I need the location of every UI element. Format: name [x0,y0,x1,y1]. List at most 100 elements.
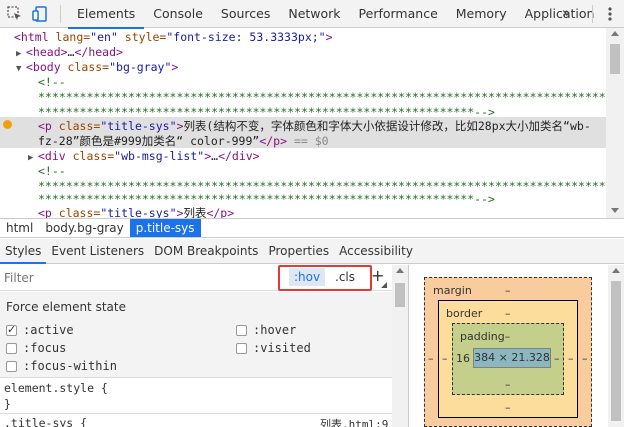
tab-memory[interactable]: Memory [447,0,516,28]
styles-scroll-thumb[interactable] [395,283,405,307]
node-text: 列表 [183,206,207,218]
box-model-content[interactable]: 384 × 21.328 [473,348,551,368]
tab-console[interactable]: Console [144,0,212,28]
dom-node-div[interactable]: ▶ <div class="wb-msg-list">…</div> [28,149,260,165]
attr-value: "title-sys" [100,119,177,133]
state-label: :active [23,323,74,337]
pane-divider[interactable] [408,265,409,427]
state-hover-checkbox[interactable]: :hover [236,323,296,337]
checkbox-icon[interactable] [6,360,17,372]
attr-value: "wb-msg-list" [114,149,205,163]
node-text: fz-28”颜色是#999加类名“ color-999” [38,134,260,148]
tag-name: </head> [74,45,123,59]
force-state-title: Force element state [6,300,126,314]
scroll-up-icon[interactable] [396,268,404,273]
toolbar-divider [60,5,61,23]
tab-properties[interactable]: Properties [263,239,334,263]
border-label: border [446,307,483,320]
tab-elements[interactable]: Elements [68,0,145,29]
crumb-body[interactable]: body.bg-gray [39,219,129,237]
tab-event-listeners[interactable]: Event Listeners [46,239,149,263]
padding-label: padding– [460,330,511,343]
attr-name: class= [51,206,101,218]
tag-name: </div> [218,149,260,163]
border-top-value[interactable]: – [505,307,511,320]
customize-menu-icon[interactable] [602,6,618,22]
toolbar-divider [592,5,593,23]
tag-name: </p> [206,206,235,218]
device-toolbar-icon[interactable] [32,5,50,23]
margin-left-value[interactable]: – [428,352,434,365]
state-label: :focus [23,341,67,355]
tab-application[interactable]: Application [516,0,604,28]
scroll-up-icon[interactable] [612,268,620,273]
padding-left-value[interactable]: 16 [456,352,470,365]
state-focus-within-checkbox[interactable]: :focus-within [6,359,117,373]
tab-sources[interactable]: Sources [212,0,279,28]
checkbox-icon[interactable] [6,342,17,354]
tab-dom-breakpoints[interactable]: DOM Breakpoints [149,239,263,263]
more-tabs-button[interactable]: » [562,0,570,28]
attr-value: "en" [90,30,118,44]
devtools-toolbar: Elements Console Sources Network Perform… [0,0,624,29]
checkbox-icon[interactable] [236,342,247,354]
tag-name: <body [26,60,61,74]
checkbox-icon[interactable] [236,324,247,336]
state-active-checkbox[interactable]: :active [6,323,74,337]
crumb-p[interactable]: p.title-sys [129,219,201,237]
margin-right-value[interactable]: – [582,352,588,365]
dom-node-p-selected[interactable]: <p class="title-sys">列表(结构不变，字体颜色和字体大小依据… [38,119,591,135]
dom-node-p[interactable]: <p class="title-sys">列表</p> [38,206,234,218]
rule-selector-title-sys[interactable]: .title-sys { [4,416,87,427]
crumb-html[interactable]: html [0,219,39,237]
dom-comment-open[interactable]: <!-- [38,164,66,180]
tag-name: <div [38,149,66,163]
tag-name: <html [14,30,49,44]
tag-name: <p [38,119,52,133]
border-left-value[interactable]: – [442,352,448,365]
margin-top-value[interactable]: – [505,284,511,297]
attr-name: lang= [48,30,91,44]
padding-bottom-value[interactable]: – [505,378,511,391]
dom-node-head[interactable]: ▶ <head>…</head> [16,45,123,61]
inspect-element-icon[interactable] [6,5,24,23]
tag-name: <head> [26,45,68,59]
padding-right-value[interactable]: – [554,352,560,365]
corner-triangle-icon[interactable] [381,282,387,288]
dom-comment-line: ****************************************… [38,90,624,104]
scroll-up-icon[interactable] [611,31,619,36]
expand-triangle-icon[interactable]: ▶ [28,151,38,167]
state-focus-checkbox[interactable]: :focus [6,341,66,355]
tab-accessibility[interactable]: Accessibility [334,239,418,263]
dom-comment-open[interactable]: <!-- [38,75,66,91]
scroll-down-icon[interactable] [611,208,619,213]
state-visited-checkbox[interactable]: :visited [236,341,311,355]
rule-source-link[interactable]: 列表.html:9 [320,416,388,427]
border-right-value[interactable]: – [568,352,574,365]
breakpoint-marker [3,120,12,129]
attr-value: "bg-gray" [109,60,172,74]
filter-input[interactable] [4,269,274,287]
attr-name: style= [117,30,167,44]
dom-node-p-selected-cont[interactable]: fz-28”颜色是#999加类名“ color-999”</p> == $0 [38,134,329,150]
sidebar-tabs: Styles Event Listeners DOM Breakpoints P… [0,239,624,264]
state-label: :hover [253,323,297,337]
element-style-rule[interactable]: element.style { } [4,380,108,412]
tab-network[interactable]: Network [279,0,349,28]
box-model-scroll-thumb[interactable] [611,281,621,421]
tag-name: <p [38,206,52,218]
state-label: :visited [253,341,311,355]
border-bottom-value[interactable]: – [505,401,511,414]
dom-tree: <html lang="en" style="font-size: 53.333… [0,28,624,218]
tag-bracket: > [325,30,333,44]
dom-node-html[interactable]: <html lang="en" style="font-size: 53.333… [14,30,333,46]
checkbox-checked-icon[interactable] [6,323,17,336]
node-text: 列表(结构不变，字体颜色和字体大小依据设计修改，比如28px大小加类名“wb- [183,119,591,133]
attr-value: "title-sys" [100,206,177,218]
tab-performance[interactable]: Performance [350,0,447,28]
dom-node-body[interactable]: ▼ <body class="bg-gray"> [16,60,178,76]
attr-value: "font-size: 53.3333px;" [166,30,326,44]
collapse-triangle-icon[interactable]: ▼ [16,62,26,78]
dom-scroll-thumb[interactable] [610,44,620,74]
tab-styles[interactable]: Styles [0,239,47,264]
